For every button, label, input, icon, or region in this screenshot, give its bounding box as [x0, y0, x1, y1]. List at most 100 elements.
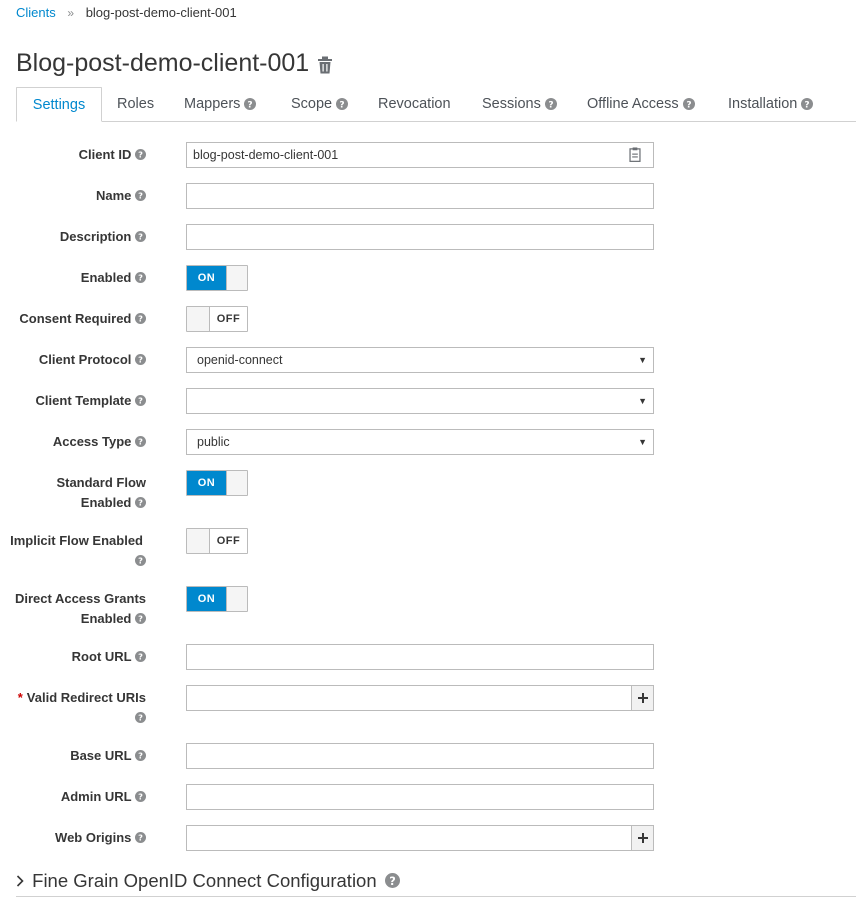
required-marker: *	[17, 690, 23, 705]
question-circle-icon[interactable]: ?	[135, 791, 146, 802]
caret-down-icon: ▼	[638, 396, 647, 406]
toggle-state: OFF	[216, 313, 241, 325]
svg-text:?: ?	[138, 833, 143, 843]
question-circle-icon[interactable]: ?	[135, 613, 146, 624]
question-circle-icon[interactable]: ?	[135, 272, 146, 283]
root-url-input[interactable]	[186, 644, 654, 670]
toggle-knob	[226, 266, 247, 290]
svg-text:?: ?	[138, 150, 143, 160]
tab-sessions[interactable]: Sessions ?	[482, 87, 557, 121]
question-circle-icon[interactable]: ?	[135, 436, 146, 447]
tab-mappers[interactable]: Mappers ?	[184, 87, 257, 121]
question-circle-icon[interactable]: ?	[135, 190, 146, 201]
direct-access-label: Direct Access Grants Enabled ?	[14, 591, 146, 626]
fine-grain-section-toggle[interactable]: Fine Grain OpenID Connect Configuration …	[16, 870, 400, 893]
tab-label: Roles	[117, 96, 155, 112]
standard-flow-toggle[interactable]: ON	[186, 470, 248, 496]
caret-down-icon: ▼	[638, 437, 647, 447]
direct-access-toggle[interactable]: ON	[186, 586, 248, 612]
tab-revocation[interactable]: Revocation	[378, 87, 451, 121]
question-circle-icon[interactable]: ?	[135, 832, 146, 843]
question-circle-icon[interactable]: ?	[135, 555, 146, 566]
clipboard-icon[interactable]	[629, 147, 641, 165]
delete-client-button[interactable]	[317, 56, 333, 77]
web-origins-label: Web Origins ?	[55, 828, 146, 848]
svg-text:?: ?	[138, 751, 143, 761]
base-url-input[interactable]	[186, 743, 654, 769]
caret-down-icon: ▼	[638, 355, 647, 365]
question-circle-icon[interactable]: ?	[135, 395, 146, 406]
breadcrumb-clients-link[interactable]: Clients	[16, 5, 56, 20]
tab-label: Revocation	[378, 96, 451, 112]
access-type-label: Access Type ?	[53, 432, 146, 452]
question-circle-icon: ?	[801, 98, 814, 111]
svg-text:?: ?	[138, 713, 143, 723]
svg-text:?: ?	[138, 314, 143, 324]
client-template-label: Client Template ?	[36, 391, 146, 411]
tab-scope[interactable]: Scope ?	[291, 87, 349, 121]
tab-settings[interactable]: Settings	[16, 87, 102, 122]
plus-icon	[637, 831, 648, 846]
admin-url-input[interactable]	[186, 784, 654, 810]
toggle-knob	[187, 307, 210, 331]
add-redirect-uri-button[interactable]	[631, 685, 654, 711]
breadcrumb-current: blog-post-demo-client-001	[85, 5, 237, 20]
svg-text:?: ?	[138, 556, 143, 566]
svg-text:?: ?	[138, 792, 143, 802]
section-title: Fine Grain OpenID Connect Configuration	[32, 870, 377, 891]
question-circle-icon[interactable]: ?	[135, 231, 146, 242]
svg-text:?: ?	[138, 614, 143, 624]
client-protocol-label: Client Protocol ?	[39, 350, 146, 370]
client-protocol-select[interactable]: openid-connect ▼	[186, 347, 654, 373]
question-circle-icon[interactable]: ?	[384, 871, 400, 893]
question-circle-icon: ?	[336, 98, 349, 110]
tab-installation[interactable]: Installation ?	[728, 87, 814, 121]
question-circle-icon: ?	[544, 98, 557, 111]
enabled-toggle[interactable]: ON	[186, 265, 248, 291]
add-web-origin-button[interactable]	[631, 825, 654, 851]
question-circle-icon[interactable]: ?	[135, 651, 146, 662]
tab-offline-access[interactable]: Offline Access ?	[587, 87, 695, 121]
toggle-state: ON	[187, 587, 226, 611]
client-template-select[interactable]: ▼	[186, 388, 654, 414]
question-circle-icon[interactable]: ?	[135, 354, 146, 365]
consent-required-toggle[interactable]: OFF	[186, 306, 248, 332]
valid-redirect-uri-input[interactable]	[186, 685, 632, 711]
trash-icon	[317, 56, 333, 77]
name-input[interactable]	[186, 183, 654, 209]
tab-label: Sessions	[482, 96, 541, 112]
section-divider	[16, 896, 856, 897]
breadcrumb-separator: »	[67, 6, 75, 20]
client-id-label: Client ID ?	[79, 145, 146, 165]
question-circle-icon[interactable]: ?	[135, 497, 146, 508]
question-circle-icon: ?	[682, 98, 695, 111]
svg-text:?: ?	[138, 652, 143, 662]
root-url-label: Root URL ?	[72, 647, 146, 667]
svg-text:?: ?	[389, 875, 396, 888]
toggle-knob	[226, 587, 247, 611]
question-circle-icon[interactable]: ?	[135, 750, 146, 761]
question-circle-icon[interactable]: ?	[135, 149, 146, 160]
enabled-label: Enabled ?	[81, 268, 146, 288]
question-circle-icon[interactable]: ?	[135, 313, 146, 324]
tabs-divider	[16, 121, 856, 122]
svg-text:?: ?	[138, 191, 143, 201]
toggle-state: ON	[187, 471, 226, 495]
access-type-select[interactable]: public ▼	[186, 429, 654, 455]
svg-text:?: ?	[805, 101, 810, 111]
name-label: Name ?	[96, 186, 146, 206]
client-id-input[interactable]	[186, 142, 654, 168]
consent-required-label: Consent Required ?	[19, 309, 146, 329]
svg-text:?: ?	[548, 101, 553, 111]
description-input[interactable]	[186, 224, 654, 250]
svg-text:?: ?	[686, 101, 691, 111]
admin-url-label: Admin URL ?	[61, 787, 146, 807]
implicit-flow-toggle[interactable]: OFF	[186, 528, 248, 554]
base-url-label: Base URL ?	[70, 746, 146, 766]
tab-roles[interactable]: Roles	[117, 87, 154, 121]
select-value: openid-connect	[197, 353, 283, 367]
standard-flow-label: Standard Flow Enabled ?	[56, 475, 146, 510]
tab-label: Scope	[291, 96, 333, 112]
question-circle-icon[interactable]: ?	[135, 712, 146, 723]
web-origins-input[interactable]	[186, 825, 632, 851]
